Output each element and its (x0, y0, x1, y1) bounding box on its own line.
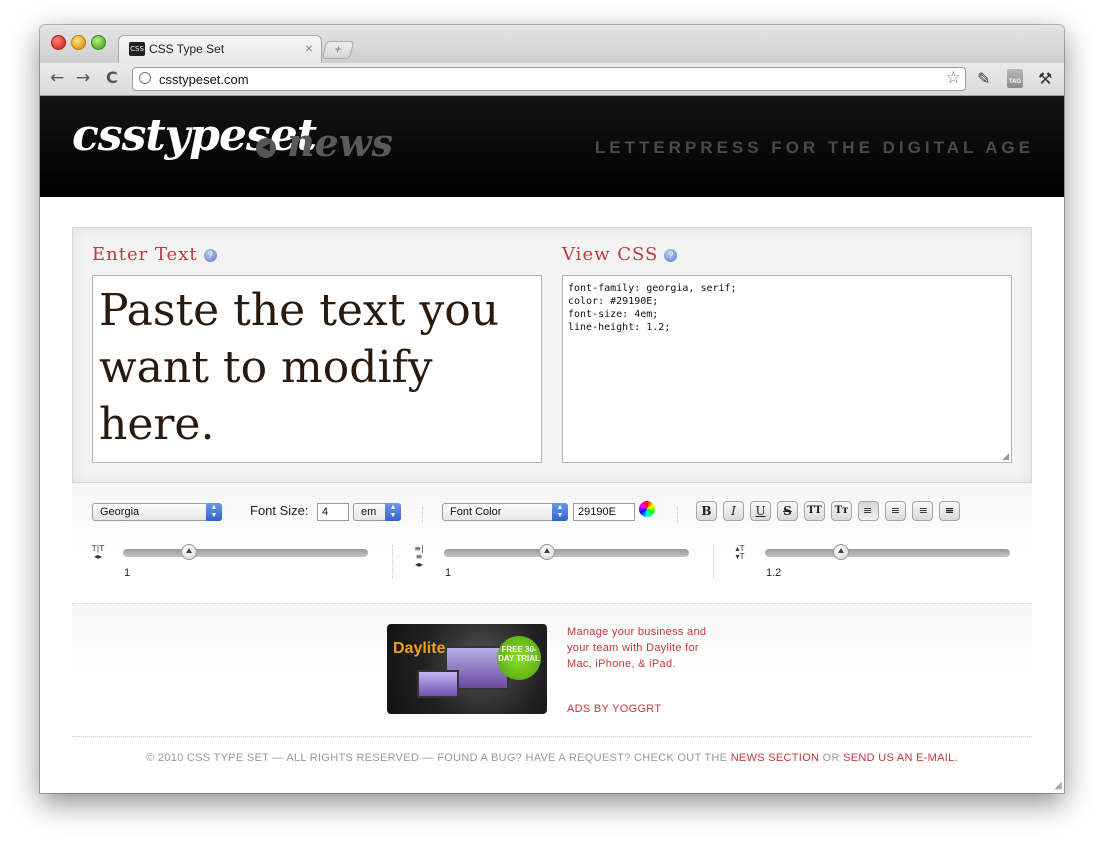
site-logo[interactable]: csstypeset (72, 110, 317, 161)
forward-arrow-icon[interactable]: → (76, 68, 90, 88)
back-arrow-icon[interactable]: ← (50, 68, 64, 88)
align-left-button[interactable]: ≡ (858, 501, 879, 521)
select-arrows-icon: ▲ ▼ (206, 503, 222, 521)
email-link[interactable]: SEND US AN E-MAIL. (843, 752, 958, 764)
font-size-input[interactable]: 4 (317, 503, 349, 521)
small-caps-button[interactable]: Tт (831, 501, 852, 521)
font-family-select[interactable]: Georgia ▲ ▼ (92, 503, 222, 521)
help-icon[interactable]: ? (664, 248, 678, 262)
color-picker-icon[interactable] (639, 501, 655, 517)
slider-handle[interactable] (832, 544, 849, 560)
browser-window: CSS CSS Type Set × + ← → C csstypeset.co… (40, 25, 1064, 793)
footer-text: © 2010 CSS TYPE SET — ALL RIGHTS RESERVE… (146, 752, 728, 764)
letter-spacing-slider[interactable] (123, 544, 368, 560)
font-color-select[interactable]: Font Color ▲ ▼ (442, 503, 568, 521)
site-header: csstypeset ◀ news LETTERPRESS FOR THE DI… (40, 96, 1064, 197)
slider-handle[interactable] (538, 544, 555, 560)
text-input-area[interactable]: Paste the text you want to modify here. (92, 275, 542, 463)
editor-panel: Enter Text? View CSS? Paste the text you… (72, 227, 1032, 483)
reload-icon[interactable]: C (106, 68, 118, 87)
arrow-left-icon: ◀ (256, 138, 276, 158)
tab-title: CSS Type Set (149, 42, 225, 56)
bold-button[interactable]: B (696, 501, 717, 521)
bookmark-star-icon[interactable]: ☆ (946, 68, 961, 88)
divider (713, 545, 715, 579)
address-bar[interactable]: csstypeset.com ☆ (132, 67, 966, 91)
enter-text-title: Enter Text (92, 244, 198, 265)
word-spacing-slider[interactable] (444, 544, 689, 560)
page-content: csstypeset ◀ news LETTERPRESS FOR THE DI… (40, 96, 1064, 793)
view-css-title: View CSS (562, 244, 659, 265)
ad-laptop-graphic (417, 670, 459, 698)
line-height-icon: ▴T ▾T (735, 544, 745, 561)
daylite-ad-image[interactable]: Daylite FREE 30-DAY TRIAL (387, 624, 547, 714)
letter-spacing-icon: T|T ◂▸ (91, 544, 105, 561)
help-icon[interactable]: ? (203, 248, 217, 262)
line-height-value: 1.2 (766, 567, 782, 579)
tab-close-icon[interactable]: × (305, 40, 313, 56)
pen-tool-icon[interactable]: ✎ (977, 69, 990, 88)
close-window-button[interactable] (51, 35, 66, 50)
slider-handle[interactable] (181, 544, 198, 560)
letter-spacing-value: 1 (124, 567, 131, 579)
new-tab-button[interactable]: + (321, 41, 355, 59)
tab-strip: CSS CSS Type Set × + (40, 25, 1064, 63)
footer-or: OR (822, 752, 840, 764)
globe-icon (139, 72, 151, 84)
select-arrows-icon: ▲ ▼ (385, 503, 401, 521)
underline-button[interactable]: U (750, 501, 771, 521)
divider (422, 507, 424, 523)
tab-css-type-set[interactable]: CSS CSS Type Set × (118, 35, 322, 63)
align-right-button[interactable]: ≡ (912, 501, 933, 521)
justify-button[interactable]: ≡ (939, 501, 960, 521)
divider (677, 507, 679, 523)
font-size-unit-select[interactable]: em ▲ ▼ (353, 503, 401, 521)
wrench-icon[interactable]: ⚒ (1038, 69, 1052, 88)
word-spacing-value: 1 (445, 567, 452, 579)
news-section-link[interactable]: NEWS SECTION (731, 752, 820, 764)
tag-extension-icon[interactable]: TAG (1007, 69, 1023, 88)
minimize-window-button[interactable] (71, 35, 86, 50)
site-tagline: LETTERPRESS FOR THE DIGITAL AGE (594, 138, 1034, 157)
url-text[interactable]: csstypeset.com (159, 72, 249, 87)
browser-toolbar: ← → C csstypeset.com ☆ ✎ TAG ⚒ (40, 63, 1064, 96)
css-output-area[interactable]: font-family: georgia, serif; color: #291… (562, 275, 1012, 463)
ad-section: Daylite FREE 30-DAY TRIAL Manage your bu… (72, 603, 1032, 737)
enter-text-heading: Enter Text? (92, 244, 217, 265)
css-output[interactable]: font-family: georgia, serif; color: #291… (563, 276, 1011, 340)
view-css-heading: View CSS? (562, 244, 678, 265)
site-footer: © 2010 CSS TYPE SET — ALL RIGHTS RESERVE… (40, 752, 1064, 764)
sample-text[interactable]: Paste the text you want to modify here. (93, 276, 541, 459)
font-family-value: Georgia (100, 506, 140, 518)
ads-by-link[interactable]: ADS BY YOGGRT (567, 703, 661, 715)
word-spacing-icon: ≡|≡ ◂▸ (414, 544, 424, 569)
typography-controls: Georgia ▲ ▼ Font Size: 4 em ▲ ▼ Font Color… (72, 483, 1032, 603)
ad-brand: Daylite (393, 640, 446, 657)
ad-badge: FREE 30-DAY TRIAL (497, 636, 541, 680)
font-size-label: Font Size: (250, 503, 309, 518)
font-size-unit-value: em (361, 506, 377, 518)
line-height-slider[interactable] (765, 544, 1010, 560)
align-center-button[interactable]: ≡ (885, 501, 906, 521)
news-link[interactable]: news (287, 120, 393, 165)
font-color-label: Font Color (450, 506, 502, 518)
italic-button[interactable]: I (723, 501, 744, 521)
favicon-icon: CSS (129, 42, 145, 56)
divider (392, 545, 394, 579)
window-resize-grip-icon[interactable]: ◢ (1054, 780, 1062, 791)
select-arrows-icon: ▲ ▼ (552, 503, 568, 521)
strikethrough-button[interactable]: S (777, 501, 798, 521)
ad-copy-link[interactable]: Manage your business and your team with … (567, 624, 727, 672)
uppercase-button[interactable]: TT (804, 501, 825, 521)
resize-grip-icon[interactable]: ◢ (1002, 451, 1009, 462)
zoom-window-button[interactable] (91, 35, 106, 50)
font-color-input[interactable]: 29190E (573, 503, 635, 521)
